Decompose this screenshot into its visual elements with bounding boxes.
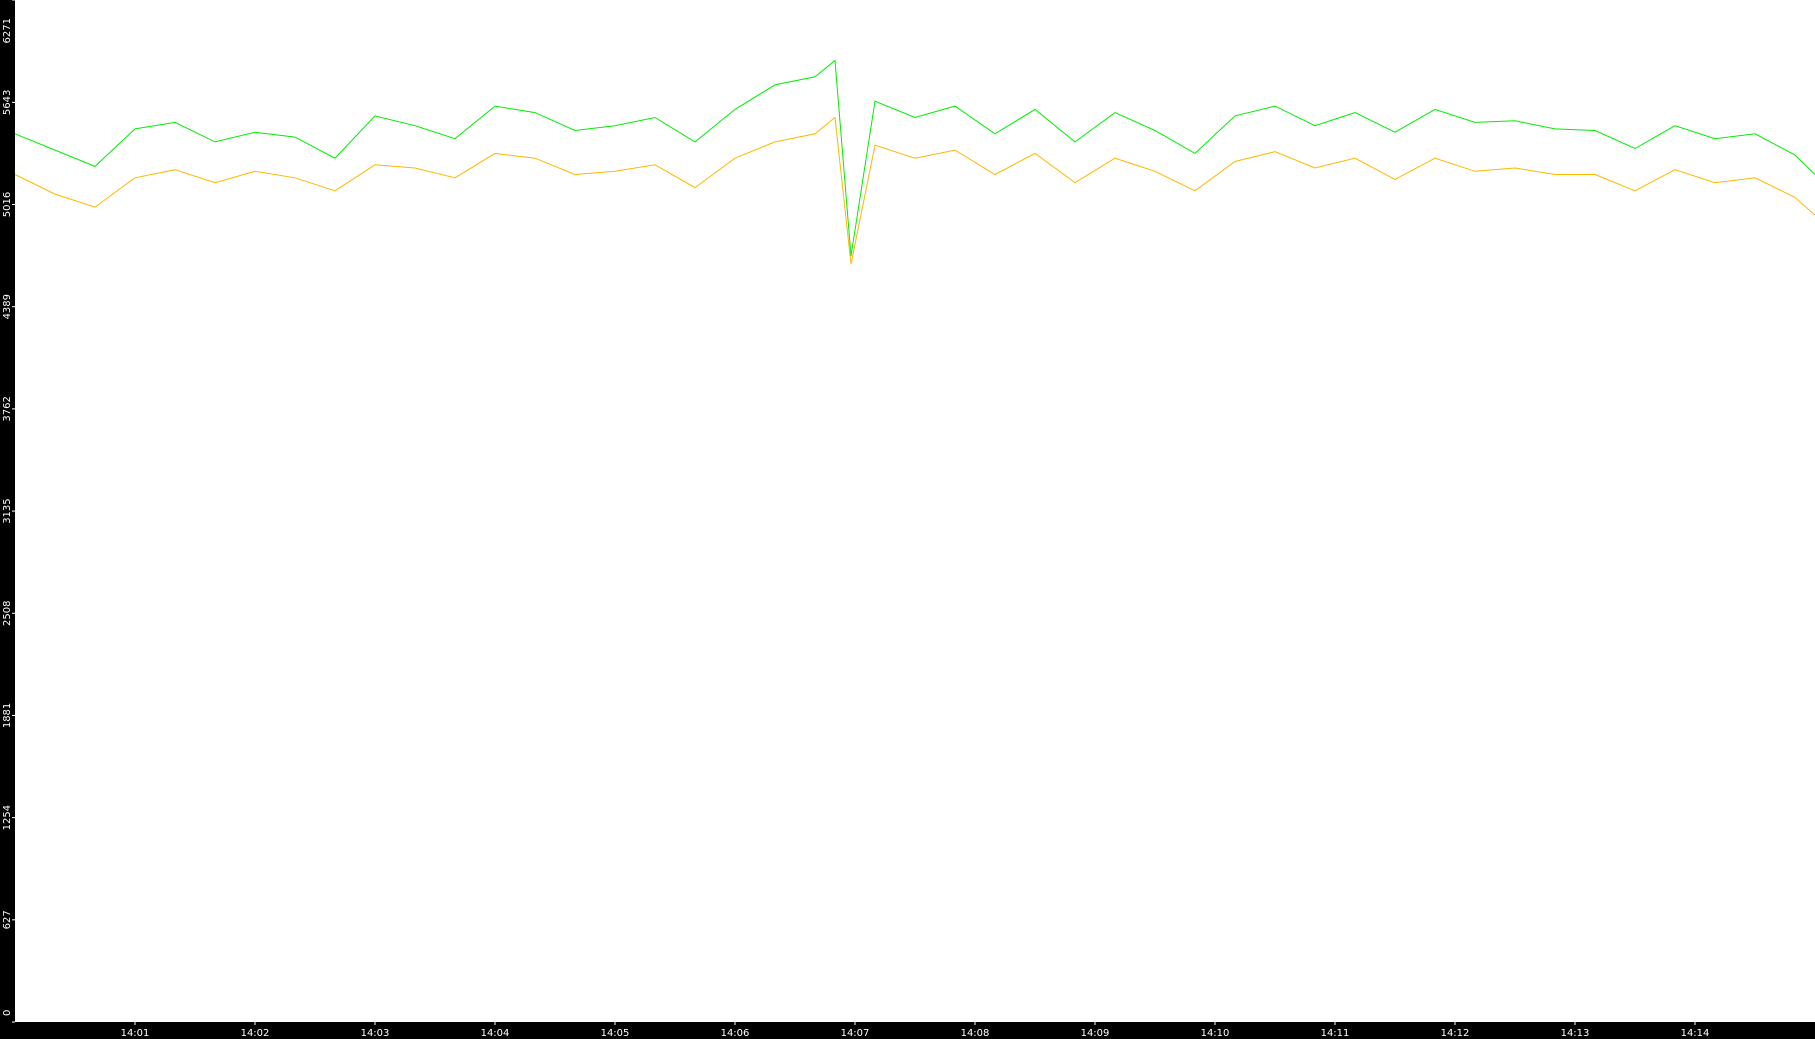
x-tick-label: 14:07 [841,1028,870,1039]
x-tick-label: 14:03 [361,1028,390,1039]
y-tick-label: 5016 [2,192,13,217]
y-tick-label: 0 [2,1010,13,1016]
x-tick-label: 14:05 [601,1028,630,1039]
y-tick-label: 3762 [2,396,13,421]
x-tick-label: 14:14 [1681,1028,1710,1039]
x-tick-label: 14:09 [1081,1028,1110,1039]
y-tick-label: 1254 [2,805,13,830]
x-tick-label: 14:02 [241,1028,270,1039]
y-tick-label: 2508 [2,601,13,626]
chart-svg: 0 627 1254 1881 2508 3135 3762 4389 5016 5643 6271… [2,0,1815,1039]
x-tick-label: 14:11 [1321,1028,1350,1039]
y-tick-label: 3135 [2,498,13,523]
x-tick-label: 14:04 [481,1028,510,1039]
y-tick-label: 4389 [2,294,13,319]
x-tick-label: 14:13 [1561,1028,1590,1039]
x-tick-label: 14:10 [1201,1028,1230,1039]
plot-area [15,0,1815,1022]
x-tick-label: 14:01 [121,1028,150,1039]
chart: 0 627 1254 1881 2508 3135 3762 4389 5016 5643 6271… [0,0,1815,1039]
y-tick-label: 6271 [2,18,13,43]
x-tick-label: 14:06 [721,1028,750,1039]
y-tick-label: 5643 [2,90,13,115]
y-tick-label: 1881 [2,703,13,728]
x-tick-label: 14:08 [961,1028,990,1039]
y-tick-label: 627 [2,910,13,929]
x-tick-label: 14:12 [1441,1028,1470,1039]
y-axis: 0 627 1254 1881 2508 3135 3762 4389 5016 5643 6271 [2,0,15,1023]
x-axis: 14:01 14:02 14:03 14:04 14:05 14:06 14:07 14:08… [121,1022,1710,1039]
